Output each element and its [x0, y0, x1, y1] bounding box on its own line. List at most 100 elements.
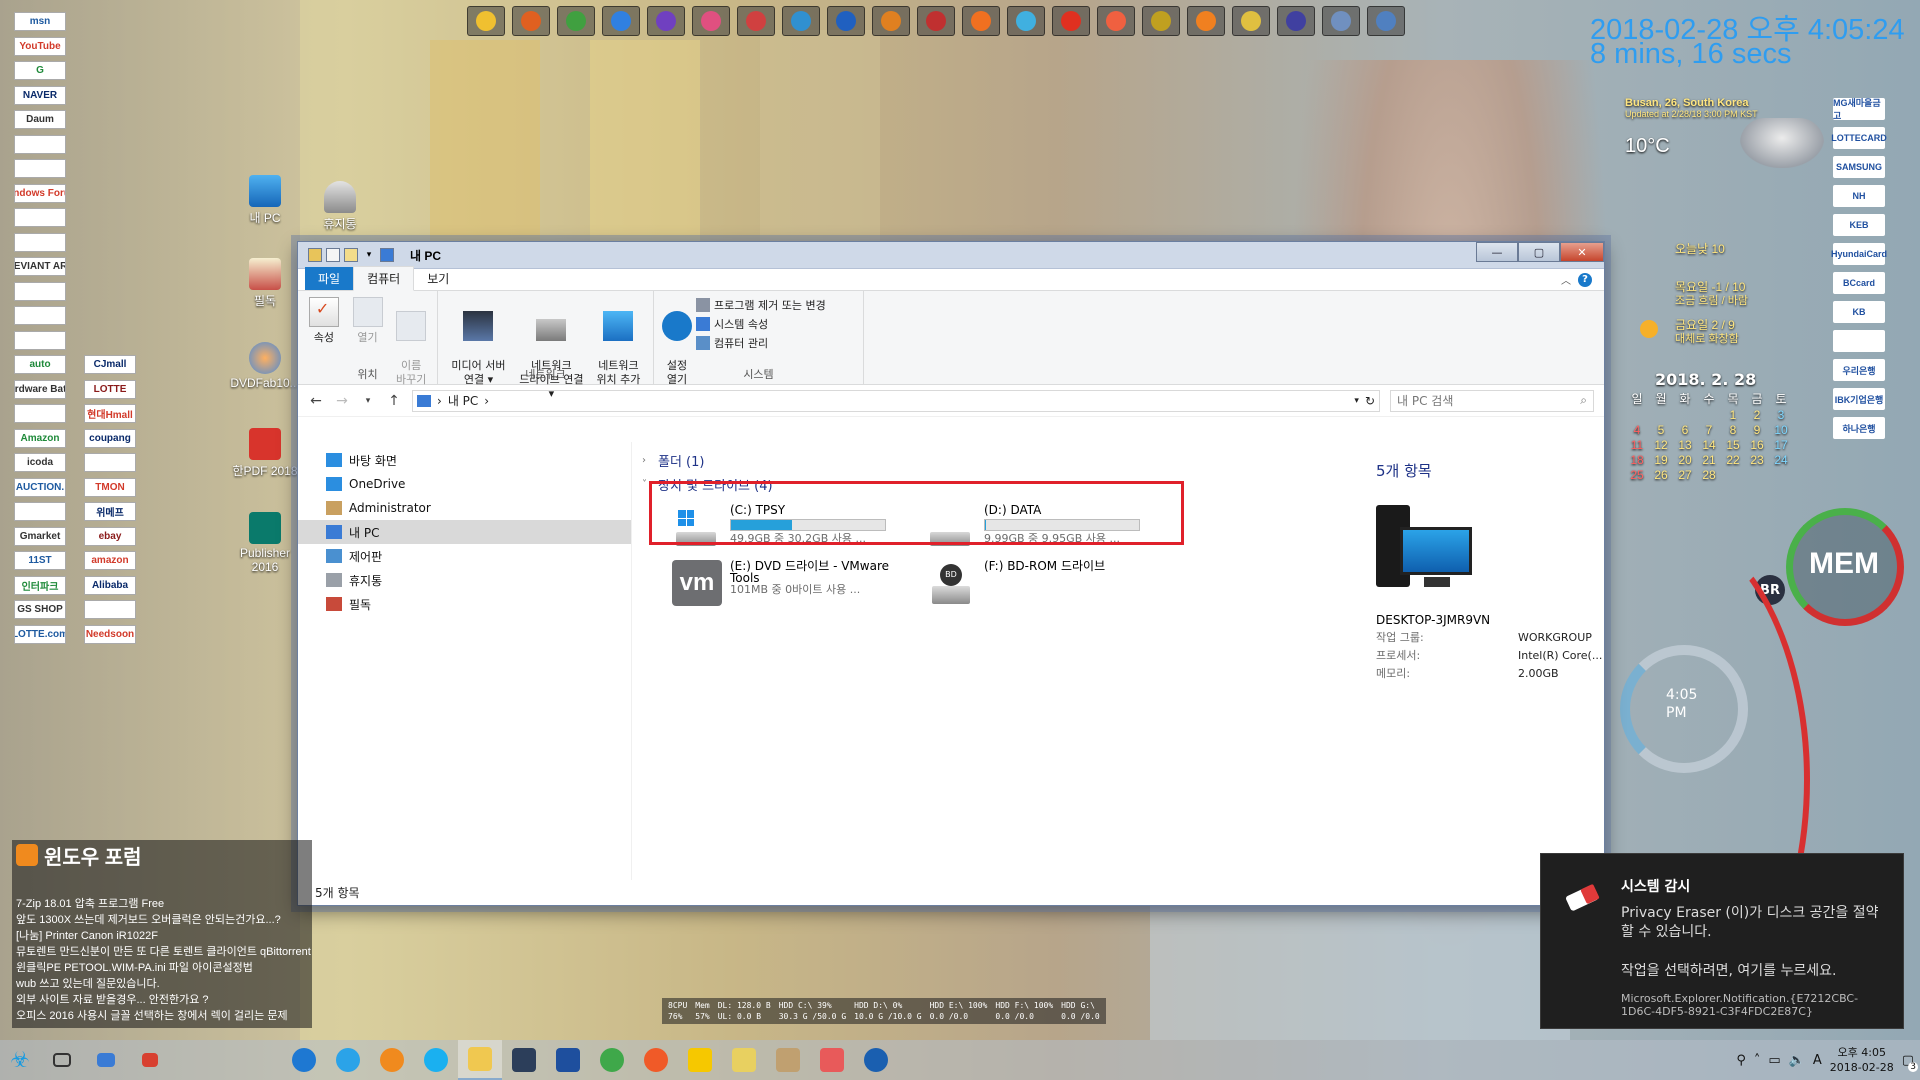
desktop-link[interactable]	[14, 134, 66, 154]
taskbar-eraser[interactable]	[810, 1040, 854, 1080]
taskbar-ie[interactable]	[326, 1040, 370, 1080]
desktop-link[interactable]: AUCTION.	[14, 477, 66, 497]
desktop-link[interactable]	[14, 208, 66, 227]
desktop-link[interactable]	[14, 306, 66, 325]
dock-app-button[interactable]	[512, 6, 550, 36]
breadcrumb[interactable]: 내 PC	[448, 392, 478, 409]
bank-link[interactable]	[1833, 330, 1885, 352]
computer-management-button[interactable]: 컴퓨터 관리	[696, 335, 826, 351]
bank-link[interactable]: IBK기업은행	[1833, 388, 1885, 410]
desktop-link[interactable]	[14, 502, 66, 521]
desktop-icon-recycle-bin[interactable]: 휴지통	[300, 181, 380, 232]
uninstall-program-button[interactable]: 프로그램 제거 또는 변경	[696, 297, 826, 313]
bank-link[interactable]: 우리은행	[1833, 359, 1885, 381]
forum-post-link[interactable]: 윈클릭PE PETOOL.WIM-PA.ini 파일 아이콘설정법	[16, 960, 312, 976]
desktop-link[interactable]: amazon	[84, 551, 136, 570]
desktop-link[interactable]	[84, 453, 136, 472]
dock-app-button[interactable]	[1322, 6, 1360, 36]
taskbar-save-app[interactable]	[546, 1040, 590, 1080]
dock-app-button[interactable]	[1007, 6, 1045, 36]
taskbar-notes[interactable]	[722, 1040, 766, 1080]
search-input[interactable]: 내 PC 검색 ⌕	[1390, 389, 1594, 412]
dock-app-button[interactable]	[962, 6, 1000, 36]
dock-app-button[interactable]	[1097, 6, 1135, 36]
forum-post-link[interactable]: 외부 사이트 자료 받을경우... 안전한가요 ?	[16, 992, 312, 1008]
taskbar-app-c[interactable]	[854, 1040, 898, 1080]
desktop-link[interactable]: Windows Forum	[14, 183, 66, 203]
desktop-link[interactable]: 인터파크	[14, 575, 66, 595]
ime-mode[interactable]: A	[1813, 1053, 1822, 1068]
task-view-button[interactable]	[40, 1040, 84, 1080]
desktop-link[interactable]	[84, 600, 136, 619]
show-desktop-button[interactable]	[84, 1040, 128, 1080]
desktop-icon-publisher[interactable]: Publisher 2016	[225, 512, 305, 574]
dock-app-button[interactable]	[1052, 6, 1090, 36]
desktop-link[interactable]: Daum	[14, 110, 66, 129]
drive-f[interactable]: BD (F:) BD-ROM 드라이브	[926, 560, 1166, 610]
desktop-link[interactable]: GS SHOP	[14, 600, 66, 619]
volume-icon[interactable]: 🔈	[1789, 1053, 1805, 1068]
desktop-icon-notice[interactable]: 필독	[225, 258, 305, 309]
desktop-link[interactable]	[14, 159, 66, 178]
dock-app-button[interactable]	[467, 6, 505, 36]
taskbar-search-app[interactable]	[370, 1040, 414, 1080]
notification-center-icon[interactable]: ▢ 3	[1902, 1053, 1918, 1072]
dock-app-button[interactable]	[647, 6, 685, 36]
desktop-link[interactable]: Hardware Battle	[14, 379, 66, 399]
taskbar-file-explorer[interactable]	[458, 1040, 502, 1080]
taskbar-clock[interactable]: 오후 4:05 2018-02-28	[1830, 1045, 1894, 1075]
bank-link[interactable]: NH	[1833, 185, 1885, 207]
up-button[interactable]: ↑	[386, 393, 402, 409]
desktop-link[interactable]: DEVIANT ART	[14, 257, 66, 276]
taskbar-potplayer[interactable]	[678, 1040, 722, 1080]
forum-post-link[interactable]: 오피스 2016 사용시 글꼴 선택하는 창에서 렉이 걸리는 문제	[16, 1008, 312, 1024]
network-icon[interactable]: ▭	[1768, 1053, 1780, 1068]
desktop-link[interactable]: CJmall	[84, 355, 136, 374]
tab-view[interactable]: 보기	[414, 267, 462, 290]
desktop-link[interactable]	[14, 281, 66, 301]
taskbar-edge[interactable]	[282, 1040, 326, 1080]
forum-post-link[interactable]: [나눔] Printer Canon iR1022F	[16, 928, 312, 944]
dock-app-button[interactable]	[557, 6, 595, 36]
desktop-icon-dvdfab[interactable]: DVDFab10...	[225, 342, 305, 390]
bank-link[interactable]: KEB	[1833, 214, 1885, 236]
dock-app-button[interactable]	[602, 6, 640, 36]
desktop-link[interactable]: 위메프	[84, 502, 136, 521]
nav-item[interactable]: OneDrive	[298, 472, 631, 496]
minimize-button[interactable]: —	[1476, 242, 1518, 262]
drive-e[interactable]: vm (E:) DVD 드라이브 - VMware Tools 101MB 중 …	[672, 560, 912, 610]
nav-item[interactable]: 휴지통	[298, 568, 631, 592]
desktop-link[interactable]: auto	[14, 355, 66, 374]
start-button[interactable]: ☣	[0, 1040, 40, 1080]
desktop-link[interactable]: icoda	[14, 453, 66, 472]
nav-item[interactable]: Administrator	[298, 496, 631, 520]
desktop-link[interactable]: Gmarket	[14, 526, 66, 546]
maximize-button[interactable]: ▢	[1518, 242, 1560, 262]
dock-app-button[interactable]	[1367, 6, 1405, 36]
dock-app-button[interactable]	[917, 6, 955, 36]
taskbar-bandizip[interactable]	[634, 1040, 678, 1080]
collapse-ribbon-icon[interactable]: ︿	[1561, 272, 1571, 287]
recent-locations-button[interactable]: ▾	[360, 396, 376, 406]
desktop-link[interactable]: LOTTE.com	[14, 624, 66, 644]
chevron-down-icon[interactable]: ▾	[362, 248, 376, 262]
dock-app-button[interactable]	[692, 6, 730, 36]
desktop-link[interactable]: G	[14, 61, 66, 80]
dock-app-button[interactable]	[827, 6, 865, 36]
forum-post-link[interactable]: 7-Zip 18.01 압축 프로그램 Free	[16, 896, 312, 912]
people-icon[interactable]: ⚲	[1736, 1053, 1746, 1068]
bank-link[interactable]: BCcard	[1833, 272, 1885, 294]
forum-title[interactable]: 윈도우 포럼	[44, 841, 142, 870]
desktop-icon-hanpdf[interactable]: 한PDF 2018	[225, 428, 305, 479]
help-icon[interactable]: ?	[1578, 273, 1592, 287]
bank-link[interactable]: HyundaiCard	[1831, 243, 1887, 265]
dock-app-button[interactable]	[1277, 6, 1315, 36]
nav-item[interactable]: 내 PC	[298, 520, 631, 544]
desktop-link[interactable]: Alibaba	[84, 575, 136, 595]
bank-link[interactable]: MG새마을금고	[1833, 98, 1885, 121]
desktop-link[interactable]	[14, 330, 66, 350]
refresh-icon[interactable]: ↻	[1365, 394, 1375, 408]
group-folders[interactable]: › 폴더 (1)	[642, 448, 1354, 472]
system-properties-button[interactable]: 시스템 속성	[696, 316, 826, 332]
desktop-link[interactable]: YouTube	[14, 36, 66, 56]
